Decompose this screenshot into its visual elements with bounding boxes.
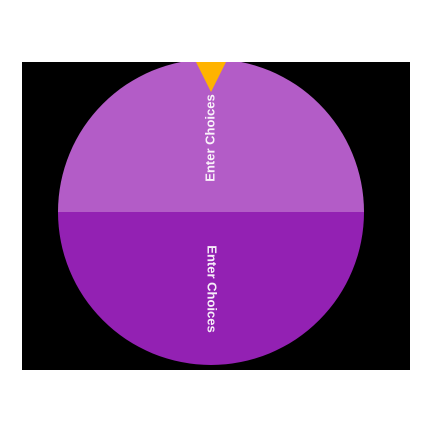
wheel-stage: Enter Choices Enter Choices [22, 62, 410, 370]
wheel-segment-2-label: Enter Choices [205, 245, 220, 332]
spin-wheel[interactable]: Enter Choices Enter Choices [22, 62, 410, 370]
wheel-segment-1-label: Enter Choices [202, 94, 217, 181]
